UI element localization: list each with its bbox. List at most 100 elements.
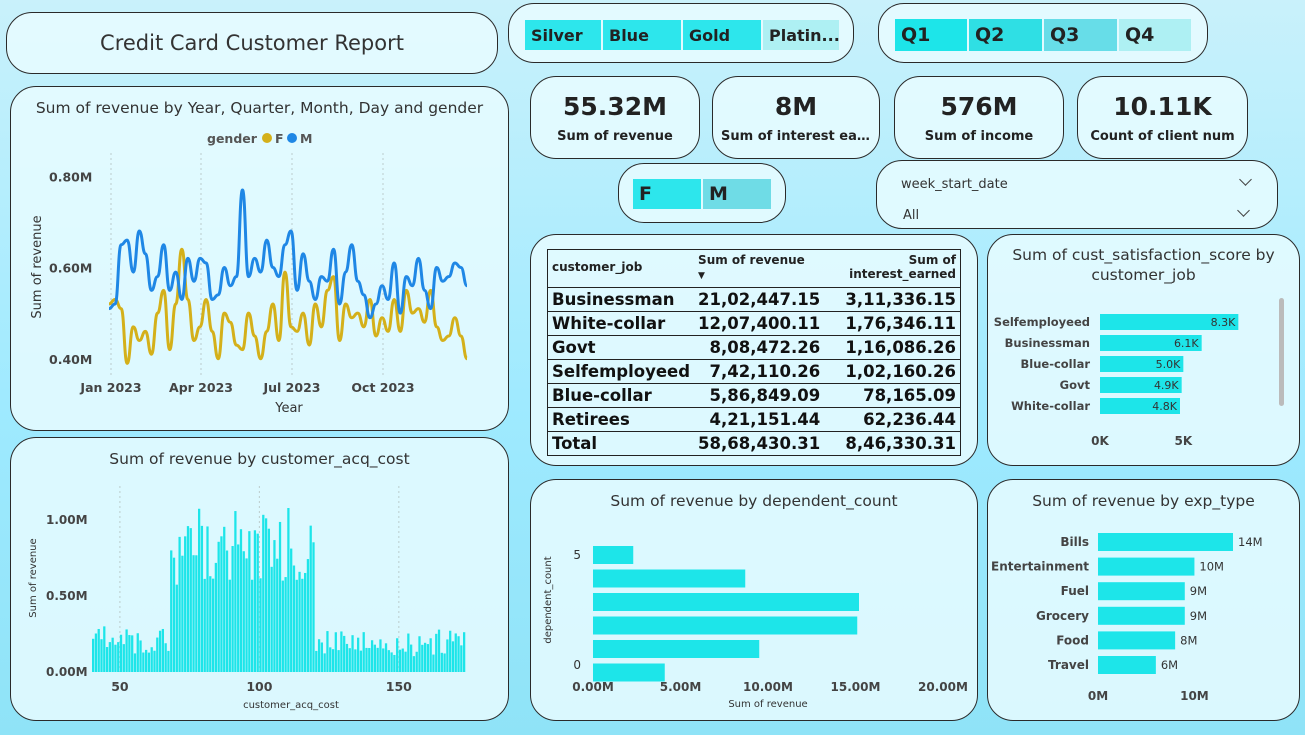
x-tick-label: 0K (1091, 434, 1109, 448)
exp-type-bar (1098, 533, 1233, 551)
acq-cost-bar (304, 572, 307, 672)
acq-cost-bar (209, 576, 212, 672)
table-row[interactable]: Blue-collar 5,86,849.09 78,165.09 (547, 383, 961, 408)
slicer-option-platinum[interactable]: Platin... (763, 20, 839, 50)
acq-cost-bar (223, 526, 226, 672)
acq-cost-bar (170, 550, 173, 672)
kpi-card-income: 576M Sum of income (894, 76, 1064, 159)
acq-cost-bar (370, 640, 374, 672)
category-label: Travel (1048, 658, 1089, 672)
slicer-option-q1[interactable]: Q1 (895, 19, 967, 51)
acq-cost-bar (326, 631, 329, 672)
table-row[interactable]: Businessman 21,02,447.15 3,11,336.15 (547, 287, 961, 312)
y-tick-label: 1.00M (46, 513, 88, 527)
acq-cost-bar (343, 635, 346, 672)
table-row[interactable]: White-collar 12,07,400.11 1,76,346.11 (547, 311, 961, 336)
acq-cost-chart-svg: 0.00M 0.50M 1.00M Sum of revenue 50 100 150 cus… (28, 486, 466, 711)
table-cell-value: 58,68,430.31 (694, 431, 825, 456)
column-header[interactable]: customer_job (547, 249, 695, 288)
acq-cost-bar (449, 630, 452, 672)
sort-desc-icon[interactable]: ▼ (698, 271, 705, 281)
acq-cost-bar (463, 632, 466, 672)
acq-cost-bar (92, 638, 95, 672)
table-cell-value: 1,76,346.11 (824, 311, 961, 336)
report-title: Credit Card Customer Report (100, 31, 404, 55)
data-label: 9M (1190, 609, 1207, 623)
column-header-sorted[interactable]: Sum of revenue ▼ (694, 249, 825, 288)
acq-cost-bar (167, 650, 170, 672)
slicer-option-gold[interactable]: Gold (683, 20, 761, 50)
slicer-option-q4[interactable]: Q4 (1119, 19, 1191, 51)
acq-cost-bar (309, 525, 312, 672)
x-tick-label: 5K (1175, 434, 1193, 448)
table-row[interactable]: Govt 8,08,472.26 1,16,086.26 (547, 335, 961, 360)
report-title-card: Credit Card Customer Report (6, 12, 498, 74)
table-total-row[interactable]: Total 58,68,430.31 8,46,330.31 (547, 431, 961, 456)
scrollbar[interactable] (1279, 298, 1284, 406)
table-cell-job: Blue-collar (547, 383, 695, 408)
category-label: Food (1056, 633, 1089, 647)
acq-cost-bar (298, 571, 301, 672)
x-axis-label: Year (274, 401, 303, 416)
acq-cost-bar (217, 541, 220, 672)
acq-cost-bar (117, 642, 120, 672)
revenue-by-date-gender-chart: Sum of revenue by Year, Quarter, Month, … (10, 86, 509, 431)
chevron-down-icon[interactable] (1237, 204, 1250, 217)
acq-cost-bar (421, 644, 424, 672)
dependent-bar (593, 546, 634, 564)
x-axis-label: Sum of revenue (728, 699, 807, 710)
acq-cost-bar (401, 648, 404, 672)
acq-cost-bar (200, 525, 204, 672)
acq-cost-bar (292, 565, 296, 672)
x-tick-label: Oct 2023 (351, 380, 414, 395)
x-tick-label: 100 (246, 679, 272, 694)
acq-cost-bar (306, 559, 310, 672)
card-category-slicer: Silver Blue Gold Platin... (508, 3, 854, 63)
table-cell-value: 62,236.44 (824, 407, 961, 432)
acq-cost-bar (412, 656, 416, 672)
acq-cost-bar (133, 653, 137, 672)
table-row[interactable]: Retirees 4,21,151.44 62,236.44 (547, 407, 961, 432)
week-start-date-filter[interactable]: week_start_date All (876, 160, 1278, 229)
acq-cost-bar (153, 650, 156, 672)
kpi-value: 55.32M (563, 91, 667, 121)
acq-cost-bar (189, 528, 192, 672)
acq-cost-bar (145, 649, 148, 672)
acq-cost-bar (423, 642, 427, 672)
table-cell-value: 5,86,849.09 (694, 383, 825, 408)
column-header[interactable]: Sum of interest_earned (824, 249, 961, 288)
acq-cost-bar (256, 533, 259, 672)
table-cell-job: Total (547, 431, 695, 456)
x-tick-label: Jan 2023 (79, 380, 141, 395)
slicer-option-male[interactable]: M (703, 179, 771, 209)
slicer-option-q2[interactable]: Q2 (969, 19, 1042, 51)
slicer-option-silver[interactable]: Silver (525, 20, 601, 50)
x-tick-label: 0M (1088, 689, 1108, 703)
x-tick-label: 20.00M (918, 680, 968, 694)
y-tick-label: 5 (573, 548, 581, 562)
slicer-option-female[interactable]: F (633, 179, 701, 209)
acq-cost-bar (164, 643, 167, 672)
legend-title: gender (207, 131, 258, 146)
legend-marker-f (262, 133, 272, 143)
data-label: 6.1K (1174, 337, 1199, 350)
acq-cost-bar (105, 647, 109, 672)
legend-label-f: F (275, 131, 284, 146)
acq-cost-bar (262, 514, 265, 672)
data-label: 5.0K (1156, 358, 1181, 371)
acq-cost-bar (331, 649, 335, 672)
slicer-option-q3[interactable]: Q3 (1044, 19, 1117, 51)
kpi-label: Count of client num (1090, 128, 1235, 144)
acq-cost-bar (390, 652, 393, 672)
dependent-chart-svg: 5 0 dependent_count 0.00M 5.00M 10.00M 15.00M 2… (543, 546, 968, 710)
slicer-option-blue[interactable]: Blue (603, 20, 681, 50)
acq-cost-bar (329, 647, 332, 672)
acq-cost-bar (384, 643, 388, 672)
x-tick-label: 15.00M (831, 680, 881, 694)
acq-cost-bar (396, 638, 399, 672)
acq-cost-bar (376, 647, 379, 672)
table-row[interactable]: Selfemployeed 7,42,110.26 1,02,160.26 (547, 359, 961, 384)
kpi-value: 8M (774, 91, 818, 121)
chevron-down-icon[interactable] (1239, 173, 1252, 186)
acq-cost-bar (345, 643, 349, 672)
